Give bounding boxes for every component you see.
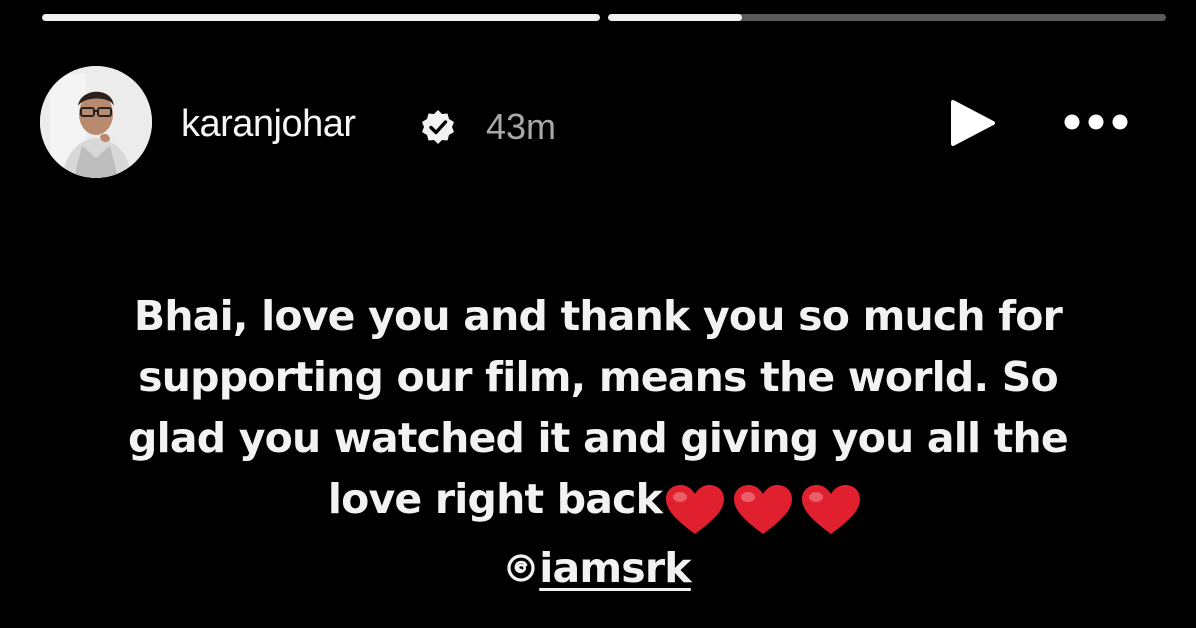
mention-link[interactable]: iamsrk <box>505 538 692 599</box>
story-viewer[interactable]: karanjohar 43m Bhai, love you and thank … <box>0 0 1196 628</box>
threads-icon <box>507 554 535 582</box>
username[interactable]: karanjohar <box>181 103 356 146</box>
caption-line-5: iamsrk <box>40 538 1156 599</box>
caption-line-4: love right back <box>40 469 1156 538</box>
caption-line-2: supporting our film, means the world. So <box>138 353 1058 401</box>
heart-icon <box>734 485 793 534</box>
caption-line-1: Bhai, love you and thank you so much for <box>133 292 1063 340</box>
verified-badge-icon <box>422 110 454 144</box>
caption-line-3: glad you watched it and giving you all t… <box>128 414 1069 462</box>
story-header: karanjohar 43m <box>40 66 1156 180</box>
more-horizontal-icon[interactable] <box>1056 104 1136 140</box>
heart-icon <box>802 485 861 534</box>
heart-icon <box>666 485 725 534</box>
mention-handle[interactable]: iamsrk <box>539 544 691 592</box>
play-icon[interactable] <box>945 96 999 150</box>
caption-line-4-text: love right back <box>327 475 663 523</box>
progress-fill-1 <box>42 14 600 21</box>
progress-segment-1 <box>42 14 600 21</box>
avatar[interactable] <box>40 66 152 178</box>
progress-segment-2 <box>608 14 1166 21</box>
story-progress-bar <box>42 14 1166 24</box>
story-caption: Bhai, love you and thank you so much for… <box>40 286 1156 599</box>
timestamp: 43m <box>486 106 557 147</box>
heart-emojis <box>664 477 868 538</box>
progress-fill-2 <box>608 14 742 21</box>
